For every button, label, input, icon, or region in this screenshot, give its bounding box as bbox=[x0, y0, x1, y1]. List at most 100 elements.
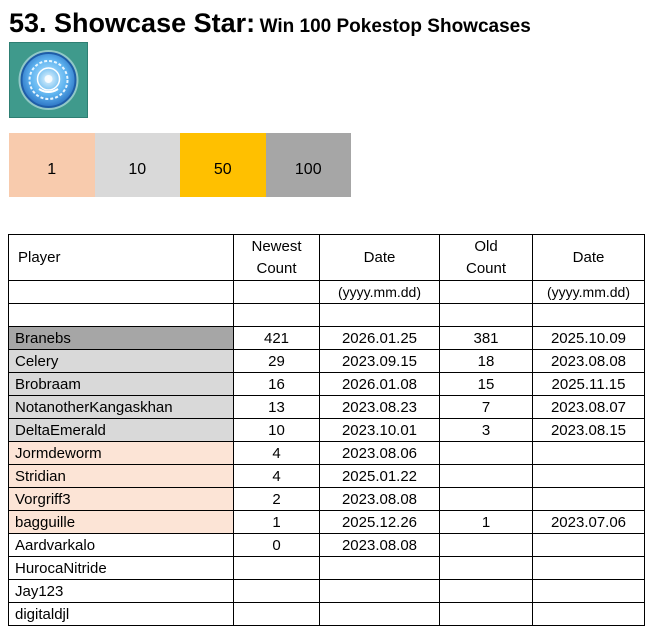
newest-count-cell: 1 bbox=[233, 510, 320, 534]
table-row: Vorgriff3 2 2023.08.08 bbox=[8, 487, 645, 511]
player-cell: Brobraam bbox=[8, 372, 234, 396]
newest-count-cell: 4 bbox=[233, 441, 320, 465]
newest-count-cell: 421 bbox=[233, 326, 320, 350]
old-date-cell bbox=[532, 533, 645, 557]
player-cell: digitaldjl bbox=[8, 602, 234, 626]
units-row: (yyyy.mm.dd) (yyyy.mm.dd) bbox=[8, 280, 645, 304]
old-date-cell: 2023.08.07 bbox=[532, 395, 645, 419]
table-row: HurocaNitride bbox=[8, 556, 645, 580]
player-cell: Aardvarkalo bbox=[8, 533, 234, 557]
page-title: 53. Showcase Star: Win 100 Pokestop Show… bbox=[9, 8, 531, 39]
title-subtitle: Win 100 Pokestop Showcases bbox=[259, 16, 531, 37]
player-cell: NotanotherKangaskhan bbox=[8, 395, 234, 419]
table-row: Branebs 421 2026.01.25 381 2025.10.09 bbox=[8, 326, 645, 350]
old-date-cell bbox=[532, 487, 645, 511]
spacer-cell bbox=[8, 303, 234, 327]
date-cell: 2025.01.22 bbox=[319, 464, 440, 488]
old-count-cell: 15 bbox=[439, 372, 533, 396]
player-cell: Branebs bbox=[8, 326, 234, 350]
tier-100: 100 bbox=[265, 133, 351, 197]
tier-legend: 1 10 50 100 bbox=[9, 133, 351, 197]
table-row: Stridian 4 2025.01.22 bbox=[8, 464, 645, 488]
date-cell: 2023.10.01 bbox=[319, 418, 440, 442]
units-player-cell bbox=[8, 280, 234, 304]
newest-count-cell bbox=[233, 602, 320, 626]
table-row: Aardvarkalo 0 2023.08.08 bbox=[8, 533, 645, 557]
date-cell: 2023.08.23 bbox=[319, 395, 440, 419]
old-count-cell: 18 bbox=[439, 349, 533, 373]
spacer-cell bbox=[532, 303, 645, 327]
header-old-date: Date bbox=[532, 234, 645, 281]
header-old-line1: Old bbox=[474, 237, 498, 255]
player-cell: Jormdeworm bbox=[8, 441, 234, 465]
player-cell: DeltaEmerald bbox=[8, 418, 234, 442]
medal-graphic bbox=[18, 50, 79, 110]
old-count-cell bbox=[439, 579, 533, 603]
header-old-line2: Count bbox=[465, 259, 507, 277]
title-main: 53. Showcase Star: bbox=[9, 8, 256, 38]
date-cell: 2023.08.08 bbox=[319, 487, 440, 511]
player-cell: HurocaNitride bbox=[8, 556, 234, 580]
table-row: Jormdeworm 4 2023.08.06 bbox=[8, 441, 645, 465]
old-date-cell bbox=[532, 579, 645, 603]
player-cell: Stridian bbox=[8, 464, 234, 488]
newest-count-cell: 13 bbox=[233, 395, 320, 419]
player-cell: Vorgriff3 bbox=[8, 487, 234, 511]
old-date-cell bbox=[532, 602, 645, 626]
showcase-medal-icon bbox=[9, 42, 88, 118]
table-row: Brobraam 16 2026.01.08 15 2025.11.15 bbox=[8, 372, 645, 396]
units-old-date: (yyyy.mm.dd) bbox=[532, 280, 645, 304]
tier-10: 10 bbox=[94, 133, 180, 197]
table-row: digitaldjl bbox=[8, 602, 645, 626]
header-newest-line2: Count bbox=[256, 259, 297, 277]
old-date-cell bbox=[532, 556, 645, 580]
header-date: Date bbox=[319, 234, 440, 281]
newest-count-cell: 2 bbox=[233, 487, 320, 511]
table-row: Jay123 bbox=[8, 579, 645, 603]
table-row: bagguille 1 2025.12.26 1 2023.07.06 bbox=[8, 510, 645, 534]
leaderboard-table: Player Newest Count Date Old Count Date (y… bbox=[8, 234, 645, 626]
date-cell bbox=[319, 602, 440, 626]
header-player: Player bbox=[8, 234, 234, 281]
old-date-cell: 2023.08.15 bbox=[532, 418, 645, 442]
old-count-cell: 7 bbox=[439, 395, 533, 419]
newest-count-cell: 0 bbox=[233, 533, 320, 557]
table-header-row: Player Newest Count Date Old Count Date bbox=[8, 234, 645, 281]
old-count-cell bbox=[439, 464, 533, 488]
old-count-cell bbox=[439, 487, 533, 511]
units-newest-cell bbox=[233, 280, 320, 304]
newest-count-cell bbox=[233, 579, 320, 603]
newest-count-cell bbox=[233, 556, 320, 580]
old-count-cell: 3 bbox=[439, 418, 533, 442]
tier-1: 1 bbox=[9, 133, 95, 197]
spacer-row bbox=[8, 303, 645, 327]
units-date: (yyyy.mm.dd) bbox=[319, 280, 440, 304]
newest-count-cell: 4 bbox=[233, 464, 320, 488]
old-count-cell: 1 bbox=[439, 510, 533, 534]
old-count-cell bbox=[439, 602, 533, 626]
header-newest-line1: Newest bbox=[251, 237, 302, 255]
old-count-cell: 381 bbox=[439, 326, 533, 350]
newest-count-cell: 16 bbox=[233, 372, 320, 396]
tier-50: 50 bbox=[180, 133, 266, 197]
player-cell: Celery bbox=[8, 349, 234, 373]
spacer-cell bbox=[439, 303, 533, 327]
old-date-cell: 2023.07.06 bbox=[532, 510, 645, 534]
header-newest-count: Newest Count bbox=[233, 234, 320, 281]
newest-count-cell: 29 bbox=[233, 349, 320, 373]
spacer-cell bbox=[233, 303, 320, 327]
date-cell: 2023.08.08 bbox=[319, 533, 440, 557]
table-row: Celery 29 2023.09.15 18 2023.08.08 bbox=[8, 349, 645, 373]
old-date-cell bbox=[532, 464, 645, 488]
player-cell: bagguille bbox=[8, 510, 234, 534]
header-old-count: Old Count bbox=[439, 234, 533, 281]
newest-count-cell: 10 bbox=[233, 418, 320, 442]
old-date-cell: 2023.08.08 bbox=[532, 349, 645, 373]
player-cell: Jay123 bbox=[8, 579, 234, 603]
date-cell: 2023.08.06 bbox=[319, 441, 440, 465]
date-cell: 2026.01.08 bbox=[319, 372, 440, 396]
date-cell: 2023.09.15 bbox=[319, 349, 440, 373]
old-count-cell bbox=[439, 441, 533, 465]
date-cell: 2026.01.25 bbox=[319, 326, 440, 350]
old-date-cell: 2025.10.09 bbox=[532, 326, 645, 350]
